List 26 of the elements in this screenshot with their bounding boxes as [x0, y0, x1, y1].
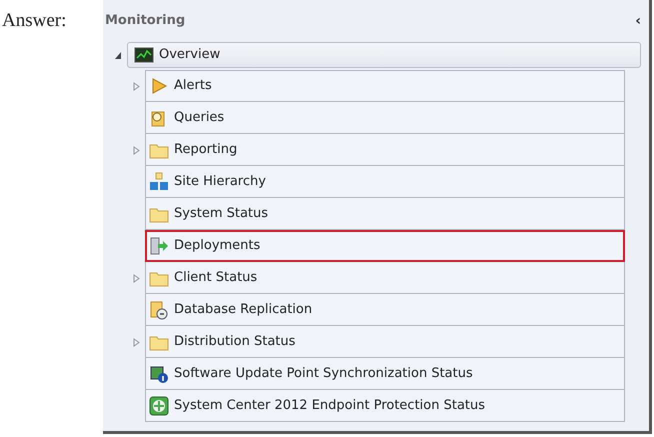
expand-arrow-icon[interactable]: [132, 82, 140, 90]
site-hierarchy-icon: [149, 172, 169, 192]
expand-arrow-icon[interactable]: [132, 146, 140, 154]
tree-node[interactable]: Reporting: [145, 134, 625, 166]
tree-node[interactable]: Database Replication: [145, 294, 625, 326]
tree-node[interactable]: Overview: [127, 42, 641, 68]
expand-arrow-icon[interactable]: [132, 338, 140, 346]
tree-node[interactable]: Site Hierarchy: [145, 166, 625, 198]
tree-node[interactable]: Distribution Status: [145, 326, 625, 358]
tree-node[interactable]: System Center 2012 Endpoint Protection Status: [145, 390, 625, 422]
tree-node[interactable]: Deployments: [145, 230, 625, 262]
answer-label: Answer:: [1, 9, 68, 33]
tree-node[interactable]: Queries: [145, 102, 625, 134]
collapse-pane-button[interactable]: ‹: [635, 10, 641, 32]
tree-node[interactable]: System Status: [145, 198, 625, 230]
monitor-chart-icon: [134, 45, 154, 65]
server-info-icon: [149, 364, 169, 384]
expand-arrow-icon[interactable]: [132, 274, 140, 282]
database-icon: [149, 300, 169, 320]
collapse-arrow-icon[interactable]: [114, 50, 122, 60]
tree-node[interactable]: Software Update Point Synchronization Status: [145, 358, 625, 390]
server-arrow-icon: [149, 236, 169, 256]
tree-node[interactable]: Client Status: [145, 262, 625, 294]
pane-title: Monitoring: [105, 12, 186, 30]
shield-plus-icon: [149, 396, 169, 416]
tree-node[interactable]: Alerts: [145, 70, 625, 102]
